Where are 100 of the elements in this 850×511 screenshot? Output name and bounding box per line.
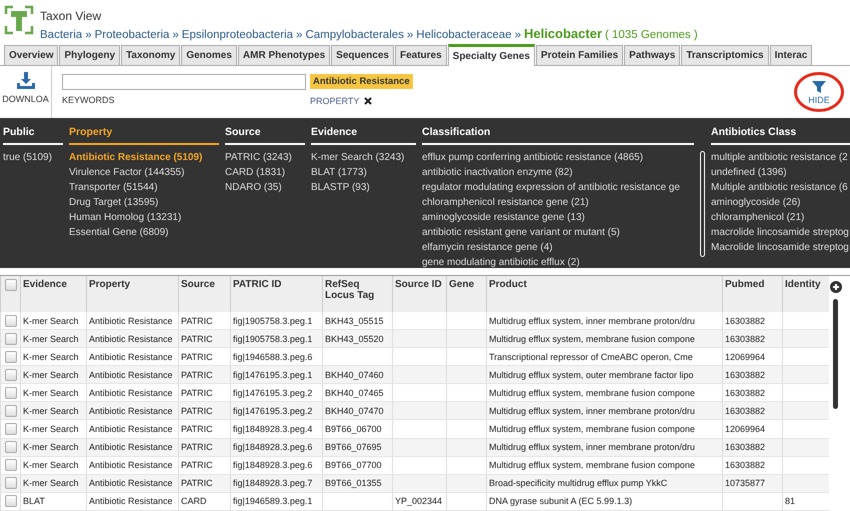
facet-option[interactable]: Multiple antibiotic resistance (6: [711, 181, 850, 194]
scrollbar-thumb[interactable]: [833, 299, 838, 409]
facet-heading[interactable]: Classification: [422, 126, 694, 145]
column-header[interactable]: Product: [486, 276, 722, 312]
facet-option[interactable]: gene modulating antibiotic efflux (2): [422, 256, 694, 268]
table-cell: [446, 420, 486, 438]
facet-option[interactable]: K-mer Search (3243): [311, 151, 416, 164]
row-checkbox[interactable]: [4, 350, 16, 363]
tab[interactable]: Pathways: [624, 45, 680, 65]
table-cell: K-mer Search: [20, 420, 86, 438]
facet-option[interactable]: multiple antibiotic resistance (2: [711, 151, 850, 164]
tab[interactable]: Phylogeny: [59, 45, 120, 65]
filter-field-label: PROPERTY: [310, 96, 360, 106]
facet-option[interactable]: Transporter (51544): [69, 181, 219, 194]
facet-option[interactable]: antibiotic resistant gene variant or mutant (5): [422, 226, 694, 239]
table-cell: [722, 492, 782, 510]
row-checkbox[interactable]: [4, 423, 16, 435]
column-header[interactable]: Source: [178, 276, 230, 312]
hide-filter-button[interactable]: HIDE: [794, 72, 844, 112]
facet-option[interactable]: BLASTP (93): [311, 181, 416, 194]
keywords-field[interactable]: [62, 74, 306, 90]
column-header[interactable]: Pubmed: [722, 276, 782, 312]
facet-option[interactable]: antibiotic inactivation enzyme (82): [422, 166, 694, 179]
facet-option[interactable]: macrolide lincosamide streptog: [711, 226, 850, 239]
facet-option[interactable]: regulator modulating expression of antibiotic resistance ge: [422, 181, 694, 194]
column-header[interactable]: Source ID: [392, 276, 446, 312]
tab[interactable]: Features: [394, 45, 447, 65]
facet-heading[interactable]: Antibiotics Class: [711, 126, 850, 145]
row-checkbox[interactable]: [4, 495, 16, 508]
facet-option[interactable]: PATRIC (3243): [225, 151, 305, 164]
tab[interactable]: AMR Phenotypes: [238, 45, 330, 65]
current-taxon: Helicobacter: [524, 26, 602, 41]
facet-option[interactable]: aminoglycoside (26): [711, 196, 850, 209]
scrollbar[interactable]: [700, 151, 705, 257]
breadcrumb-link[interactable]: Epsilonproteobacteria: [182, 29, 294, 41]
row-checkbox[interactable]: [4, 368, 16, 381]
facet-option[interactable]: elfamycin resistance gene (4): [422, 241, 694, 254]
facet-option[interactable]: true (5109): [3, 151, 63, 164]
facet-option[interactable]: Virulence Factor (144355): [69, 166, 219, 179]
row-checkbox[interactable]: [4, 459, 16, 472]
download-icon: [16, 71, 36, 91]
table-cell: PATRIC: [178, 420, 230, 438]
select-all-checkbox[interactable]: [4, 279, 16, 291]
tab[interactable]: Sequences: [331, 45, 394, 65]
table-cell: Antibiotic Resistance: [86, 492, 178, 510]
table-cell: Antibiotic Resistance: [86, 420, 178, 438]
tab[interactable]: Interac: [770, 45, 812, 65]
table-cell: [446, 456, 486, 474]
row-checkbox[interactable]: [4, 404, 16, 417]
table-cell: fig|1848928.3.peg.6: [230, 456, 322, 474]
tab[interactable]: Protein Families: [536, 45, 624, 65]
row-checkbox[interactable]: [4, 332, 16, 345]
table-cell: 16303882: [722, 456, 782, 474]
column-header[interactable]: PATRIC ID: [230, 276, 322, 312]
breadcrumb-link[interactable]: Campylobacterales: [305, 29, 404, 41]
row-checkbox[interactable]: [4, 314, 16, 327]
facet-option[interactable]: Human Homolog (13231): [69, 211, 219, 224]
table-cell: fig|1848928.3.peg.6: [230, 438, 322, 456]
table-cell: [446, 474, 486, 492]
row-checkbox[interactable]: [4, 477, 16, 490]
add-column-icon[interactable]: [830, 281, 842, 293]
tab[interactable]: Genomes: [181, 45, 237, 65]
facet-option[interactable]: NDARO (35): [225, 181, 305, 194]
table-cell: Broad-specificity multidrug efflux pump YkkC: [486, 474, 722, 492]
breadcrumb-link[interactable]: Helicobacteraceae: [416, 29, 512, 41]
column-header[interactable]: Gene: [446, 276, 486, 312]
tab[interactable]: Specialty Genes: [448, 44, 535, 66]
facet-option[interactable]: chloramphenicol (21): [711, 211, 850, 224]
tab[interactable]: Transcriptomics: [681, 45, 769, 65]
tab[interactable]: Overview: [4, 45, 58, 65]
column-header[interactable]: Evidence: [20, 276, 86, 312]
facet-option[interactable]: BLAT (1773): [311, 166, 416, 179]
facet-option[interactable]: Antibiotic Resistance (5109): [69, 151, 219, 164]
facet-heading[interactable]: Source: [225, 126, 305, 145]
facet-option[interactable]: Macrolide lincosamide streptog: [711, 241, 850, 254]
column-header[interactable]: Identity: [782, 276, 828, 312]
facet-option[interactable]: chloramphenicol resistance gene (21): [422, 196, 694, 209]
facet-option[interactable]: Essential Gene (6809): [69, 226, 219, 239]
facet-option[interactable]: aminoglycoside resistance gene (13): [422, 211, 694, 224]
row-checkbox[interactable]: [4, 441, 16, 454]
facet-heading[interactable]: Public: [3, 126, 63, 145]
tab[interactable]: Taxonomy: [121, 45, 180, 65]
facet-heading[interactable]: Evidence: [311, 126, 416, 145]
breadcrumb-separator: »: [296, 29, 302, 41]
remove-icon[interactable]: [364, 97, 372, 105]
breadcrumb-link[interactable]: Bacteria: [40, 29, 82, 41]
table-cell: [392, 456, 446, 474]
table-cell: B9T66_01355: [322, 474, 392, 492]
facet-option[interactable]: efflux pump conferring antibiotic resistance (4865): [422, 151, 694, 164]
breadcrumb-link[interactable]: Proteobacteria: [94, 29, 170, 41]
breadcrumb-separator: »: [172, 29, 179, 41]
table-cell: [446, 492, 486, 510]
facet-option[interactable]: CARD (1831): [225, 166, 305, 179]
row-checkbox[interactable]: [4, 386, 16, 399]
column-header[interactable]: RefSeq Locus Tag: [322, 276, 392, 312]
facet-heading[interactable]: Property: [69, 126, 219, 145]
facet-option[interactable]: undefined (1396): [711, 166, 850, 179]
table-cell: fig|1848928.3.peg.7: [230, 474, 322, 492]
facet-option[interactable]: Drug Target (13595): [69, 196, 219, 209]
column-header[interactable]: Property: [86, 276, 178, 312]
